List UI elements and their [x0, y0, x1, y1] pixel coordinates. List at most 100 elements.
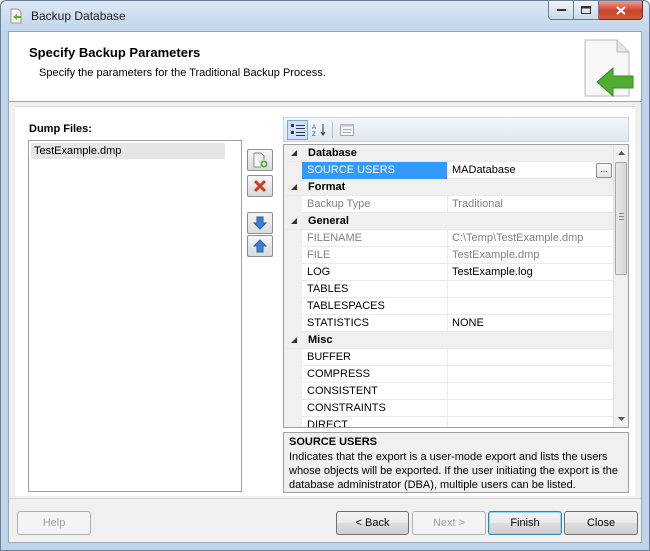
remove-file-button[interactable] [247, 175, 273, 197]
property-row[interactable]: CONSTRAINTS [284, 400, 614, 417]
category-label: Database [308, 147, 357, 159]
categorized-button[interactable] [287, 120, 308, 140]
scrollbar-thumb[interactable] [615, 162, 627, 275]
ellipsis-button[interactable]: ... [596, 163, 612, 178]
window-title: Backup Database [31, 9, 126, 23]
property-value[interactable]: MADatabase [449, 162, 614, 179]
back-button[interactable]: < Back [336, 511, 409, 535]
scroll-down-arrow[interactable] [614, 411, 628, 427]
property-row[interactable]: FILENAME C:\Temp\TestExample.dmp [284, 230, 614, 247]
minimize-button[interactable] [548, 1, 574, 20]
row-gutter [284, 400, 302, 417]
toolbar-separator [332, 122, 333, 138]
close-button[interactable]: Close [564, 511, 638, 535]
collapse-icon[interactable] [290, 149, 298, 157]
arrow-up-icon [253, 239, 267, 253]
property-value[interactable] [449, 298, 614, 315]
categorized-icon [290, 124, 305, 136]
delete-icon [253, 179, 267, 193]
property-row[interactable]: TABLES [284, 281, 614, 298]
row-gutter [284, 264, 302, 281]
property-name[interactable]: DIRECT [302, 417, 448, 427]
category-row-database[interactable]: Database [284, 145, 614, 162]
property-value[interactable]: NONE [449, 315, 614, 332]
property-row[interactable]: Backup Type Traditional [284, 196, 614, 213]
property-value[interactable] [449, 349, 614, 366]
move-down-button[interactable] [247, 212, 273, 234]
chevron-down-icon [618, 417, 625, 421]
property-name[interactable]: COMPRESS [302, 366, 448, 383]
close-window-button[interactable] [599, 1, 643, 20]
next-button[interactable]: Next > [412, 511, 486, 535]
row-gutter [284, 315, 302, 332]
row-gutter [284, 383, 302, 400]
property-grid[interactable]: Database SOURCE USERS MADatabase... Format B… [283, 144, 629, 428]
property-value[interactable] [449, 400, 614, 417]
property-name[interactable]: LOG [302, 264, 448, 281]
property-row[interactable]: STATISTICS NONE [284, 315, 614, 332]
move-up-button[interactable] [247, 235, 273, 257]
backup-document-icon [584, 39, 634, 98]
collapse-icon[interactable] [290, 336, 298, 344]
row-gutter [284, 162, 302, 179]
row-gutter [284, 417, 302, 427]
category-label: Misc [308, 334, 333, 346]
maximize-button[interactable] [574, 1, 599, 20]
property-value[interactable]: Traditional [449, 196, 614, 213]
property-value[interactable]: TestExample.dmp [449, 247, 614, 264]
property-name[interactable]: Backup Type [302, 196, 448, 213]
property-value[interactable] [449, 417, 614, 427]
property-row[interactable]: DIRECT [284, 417, 614, 427]
property-grid-area: A Z Database SOURCE USERS MADatabase ...… [283, 117, 629, 493]
alphabetical-button[interactable]: A Z [309, 120, 330, 140]
list-item[interactable]: TestExample.dmp [31, 143, 225, 159]
property-value[interactable] [449, 366, 614, 383]
property-name[interactable]: BUFFER [302, 349, 448, 366]
close-icon [615, 5, 626, 15]
property-row[interactable]: SOURCE USERS MADatabase... [284, 162, 614, 179]
property-name[interactable]: TABLESPACES [302, 298, 448, 315]
property-name[interactable]: FILENAME [302, 230, 448, 247]
page-title: Specify Backup Parameters [29, 45, 201, 60]
property-row[interactable]: LOG TestExample.log [284, 264, 614, 281]
dialog-client: Specify Backup Parameters Specify the pa… [8, 31, 642, 543]
minimize-icon [556, 9, 566, 11]
dump-files-list[interactable]: TestExample.dmp [28, 140, 242, 492]
property-row[interactable]: TABLESPACES [284, 298, 614, 315]
chevron-up-icon [618, 151, 625, 155]
property-row[interactable]: COMPRESS [284, 366, 614, 383]
category-row-general[interactable]: General [284, 213, 614, 230]
row-gutter [284, 366, 302, 383]
property-name[interactable]: TABLES [302, 281, 448, 298]
help-button[interactable]: Help [17, 511, 91, 535]
category-row-misc[interactable]: Misc [284, 332, 614, 349]
property-grid-toolbar: A Z [283, 117, 629, 142]
property-name[interactable]: CONSISTENT [302, 383, 448, 400]
scroll-up-arrow[interactable] [614, 145, 628, 161]
property-pages-button[interactable] [336, 120, 357, 140]
property-name[interactable]: CONSTRAINTS [302, 400, 448, 417]
vertical-scrollbar[interactable] [613, 145, 628, 427]
finish-button[interactable]: Finish [488, 511, 562, 535]
svg-text:Z: Z [312, 132, 316, 137]
collapse-icon[interactable] [290, 183, 298, 191]
row-gutter [284, 196, 302, 213]
page-subtitle: Specify the parameters for the Tradition… [39, 67, 326, 79]
content-panel: Dump Files: TestExample.dmp A Z Database… [15, 106, 635, 496]
property-name[interactable]: STATISTICS [302, 315, 448, 332]
add-file-button[interactable] [247, 149, 273, 171]
property-value[interactable] [449, 281, 614, 298]
collapse-icon[interactable] [290, 217, 298, 225]
property-name[interactable]: FILE [302, 247, 448, 264]
property-value[interactable]: C:\Temp\TestExample.dmp [449, 230, 614, 247]
property-row[interactable]: FILE TestExample.dmp [284, 247, 614, 264]
property-value[interactable] [449, 383, 614, 400]
property-value[interactable]: TestExample.log [449, 264, 614, 281]
property-row[interactable]: BUFFER [284, 349, 614, 366]
title-bar[interactable]: Backup Database [1, 1, 649, 31]
property-grid-rows: Database SOURCE USERS MADatabase... Format B… [284, 145, 614, 427]
property-name[interactable]: SOURCE USERS [302, 162, 448, 179]
category-row-format[interactable]: Format [284, 179, 614, 196]
sort-az-icon: A Z [312, 124, 325, 137]
property-row[interactable]: CONSISTENT [284, 383, 614, 400]
